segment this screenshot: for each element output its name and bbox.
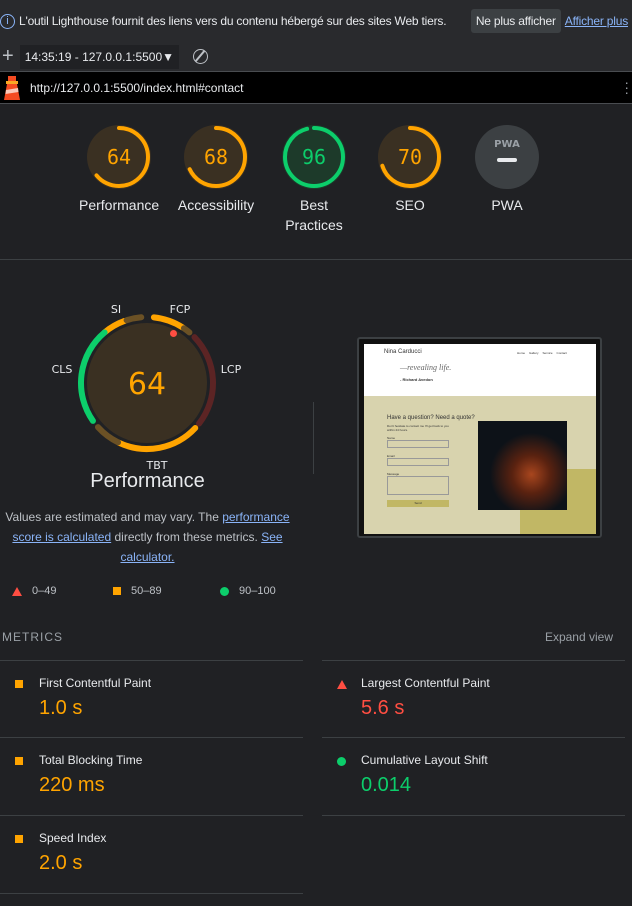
info-icon: i <box>0 13 15 29</box>
seo-score: 70 <box>398 145 422 169</box>
performance-score: 64 <box>107 145 131 169</box>
page-url: http://127.0.0.1:5500/index.html#contact <box>30 80 244 95</box>
metric-title: Cumulative Layout Shift <box>361 753 488 767</box>
metric-largest-contentful-paint: Largest Contentful Paint 5.6 s <box>322 660 625 738</box>
lcp-marker <box>170 330 177 337</box>
best-practices-label: Best Practices <box>285 197 343 233</box>
lighthouse-toolbar: + 14:35:19 - 127.0.0.1:5500▼ <box>0 42 632 72</box>
metric-title: Largest Contentful Paint <box>361 676 490 690</box>
preview-nav: Home Gallery Service Contact <box>517 351 567 355</box>
report-select[interactable]: 14:35:19 - 127.0.0.1:5500▼ <box>19 44 180 69</box>
report-select-value: 14:35:19 - 127.0.0.1:5500 <box>24 49 163 64</box>
new-report-icon[interactable]: + <box>2 45 14 68</box>
estimate-text-2: directly from these metrics. <box>111 530 262 544</box>
best-practices-gauge-ring: 96 <box>282 125 346 189</box>
performance-gauge-ring: 64 <box>87 125 151 189</box>
more-options-icon[interactable]: · · · <box>624 75 629 99</box>
metric-value: 2.0 s <box>39 852 83 874</box>
si-segment <box>123 314 145 324</box>
gauge-seo[interactable]: 70 SEO <box>370 125 450 215</box>
preview-send: Send <box>387 500 449 507</box>
metric-value: 0.014 <box>361 774 412 796</box>
legend-fail-label: 0–49 <box>32 585 57 597</box>
circle-icon <box>220 586 229 596</box>
performance-title: Performance <box>90 470 205 492</box>
info-bar: i L'outil Lighthouse fournit des liens v… <box>0 0 632 42</box>
metric-value: 220 ms <box>39 774 105 796</box>
seo-gauge-ring: 70 <box>378 125 442 189</box>
dismiss-button[interactable]: Ne plus afficher <box>470 9 561 33</box>
performance-gauge: 64 SI FCP LCP TBT CLS <box>52 303 242 472</box>
metric-title: First Contentful Paint <box>39 676 152 690</box>
fcp-label: FCP <box>170 303 191 316</box>
triangle-icon <box>337 680 347 689</box>
legend-fail: 0–49 <box>12 585 56 597</box>
preview-heading: Have a question? Need a quote? <box>387 415 475 421</box>
gauge-pwa[interactable]: PWA PWA <box>467 125 547 215</box>
gauge-best-practices[interactable]: 96 Best Practices <box>274 125 354 235</box>
pwa-label: PWA <box>491 197 523 213</box>
seo-label: SEO <box>395 197 425 213</box>
metric-cumulative-layout-shift: Cumulative Layout Shift 0.014 <box>322 738 625 816</box>
metric-value: 1.0 s <box>39 697 83 719</box>
si-label: SI <box>111 303 121 316</box>
best-practices-score: 96 <box>302 145 326 169</box>
preview-quote: —revealing life. <box>400 363 452 372</box>
square-icon <box>15 680 23 688</box>
accessibility-gauge-ring: 68 <box>184 125 248 189</box>
accessibility-label: Accessibility <box>177 197 255 213</box>
preview-site-name: Nina Carducci <box>384 349 422 355</box>
lighthouse-icon <box>4 75 20 100</box>
legend-pass-label: 90–100 <box>239 585 276 597</box>
cls-label: CLS <box>52 363 73 376</box>
preview-author: - Richard Avedon <box>400 377 433 382</box>
pwa-icon: PWA <box>475 125 539 189</box>
square-icon <box>113 587 121 595</box>
info-message: L'outil Lighthouse fournit des liens ver… <box>19 14 447 28</box>
legend-pass: 90–100 <box>220 585 276 597</box>
circle-icon <box>337 757 346 766</box>
camera-image <box>478 421 567 510</box>
legend-average: 50–89 <box>113 585 162 597</box>
divider <box>313 402 314 474</box>
expand-view-button[interactable]: Expand view <box>545 630 613 644</box>
square-icon <box>15 757 23 765</box>
metric-total-blocking-time: Total Blocking Time 220 ms <box>0 738 303 816</box>
metric-speed-index: Speed Index 2.0 s <box>0 816 303 894</box>
svg-text:PWA: PWA <box>494 139 520 150</box>
triangle-icon <box>12 586 22 596</box>
gauge-performance[interactable]: 64 Performance <box>79 125 159 215</box>
metric-title: Total Blocking Time <box>39 753 143 767</box>
metric-title: Speed Index <box>39 831 107 845</box>
preview-sub: Don't hesitate to contact me I'll get ba… <box>387 424 449 432</box>
lcp-label: LCP <box>221 363 242 376</box>
url-bar: http://127.0.0.1:5500/index.html#contact… <box>0 72 632 104</box>
clear-icon[interactable] <box>193 49 209 64</box>
final-screenshot[interactable]: Nina Carducci Home Gallery Service Contact … <box>357 337 602 538</box>
accessibility-score: 68 <box>204 145 228 169</box>
gauge-accessibility[interactable]: 68 Accessibility <box>176 125 256 215</box>
estimate-note: Values are estimated and may vary. The p… <box>0 507 295 567</box>
performance-score: 64 <box>128 367 166 402</box>
square-icon <box>15 835 23 843</box>
fcp-segment <box>180 325 193 336</box>
learn-more-link[interactable]: Afficher plus <box>565 14 628 28</box>
metrics-heading: METRICS <box>2 630 63 644</box>
legend-average-label: 50–89 <box>131 585 162 597</box>
metric-first-contentful-paint: First Contentful Paint 1.0 s <box>0 660 303 738</box>
estimate-text: Values are estimated and may vary. The <box>5 510 223 524</box>
performance-label: Performance <box>79 197 160 213</box>
metric-value: 5.6 s <box>361 697 405 719</box>
divider <box>0 259 632 260</box>
